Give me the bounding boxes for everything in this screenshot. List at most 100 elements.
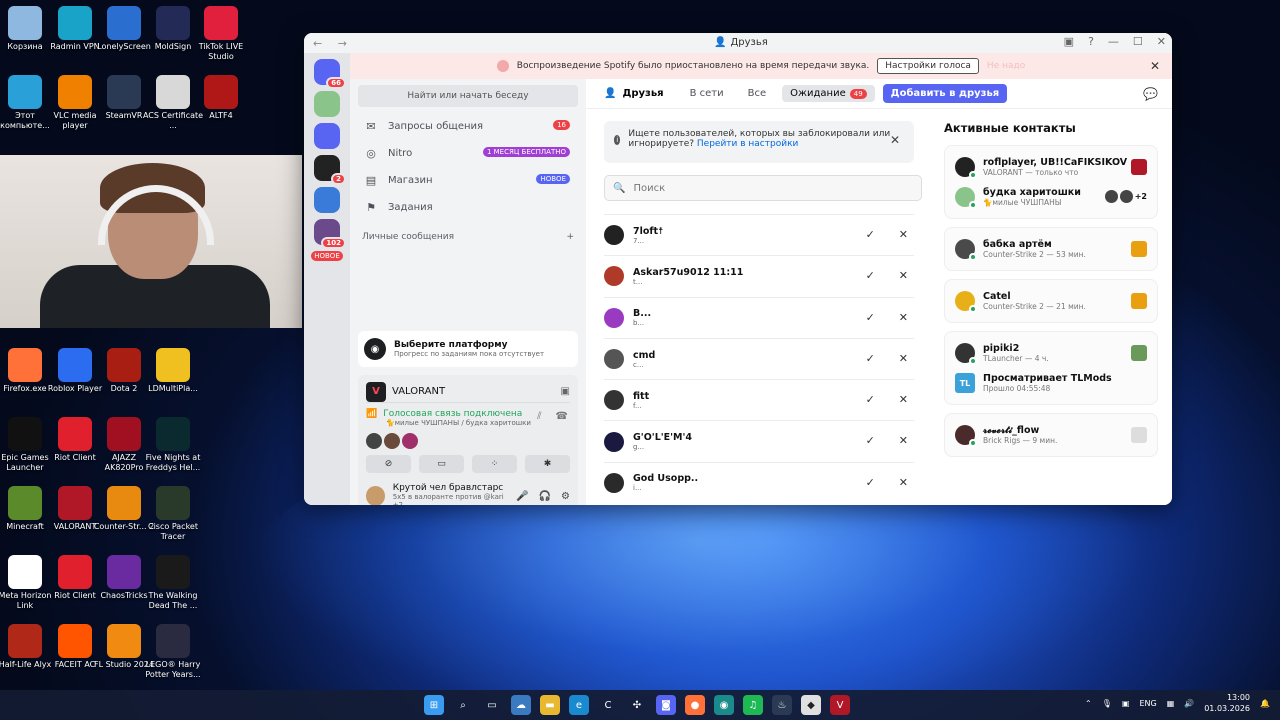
app-icon[interactable]: ◆ bbox=[801, 695, 821, 715]
volume-icon[interactable]: 🔊 bbox=[1184, 699, 1194, 708]
edge-icon[interactable]: e bbox=[569, 695, 589, 715]
accept-icon[interactable]: ✓ bbox=[866, 352, 875, 365]
headphones-icon[interactable]: 🎧 bbox=[539, 491, 551, 502]
decline-icon[interactable]: ✕ bbox=[899, 352, 908, 365]
close-icon[interactable]: ✕ bbox=[1150, 59, 1160, 73]
accept-icon[interactable]: ✓ bbox=[866, 393, 875, 406]
decline-icon[interactable]: ✕ bbox=[899, 228, 908, 241]
add-friend-button[interactable]: Добавить в друзья bbox=[882, 84, 1008, 103]
accept-icon[interactable]: ✓ bbox=[866, 228, 875, 241]
sidebar-item-quests[interactable]: ⚑ Задания bbox=[358, 194, 578, 220]
avatar[interactable] bbox=[955, 187, 977, 209]
accept-icon[interactable]: ✓ bbox=[866, 269, 875, 282]
language-indicator[interactable]: ENG bbox=[1139, 699, 1156, 708]
disconnect-icon[interactable]: ☎ bbox=[556, 411, 568, 422]
avatar[interactable] bbox=[604, 390, 624, 411]
accept-icon[interactable]: ✓ bbox=[866, 476, 875, 489]
active-contact-card[interactable]: Catel Counter-Strike 2 — 21 мин. bbox=[944, 279, 1158, 323]
chatgpt-icon[interactable]: ✣ bbox=[627, 695, 647, 715]
server-game-icon[interactable]: 102 bbox=[314, 219, 346, 249]
active-contact-row[interactable]: бабка артём Counter-Strike 2 — 53 мин. bbox=[955, 234, 1147, 264]
server-dark-icon[interactable]: 2 bbox=[314, 155, 346, 185]
desktop-icon[interactable]: Cisco Packet Tracer bbox=[141, 486, 205, 542]
minimize-button[interactable]: — bbox=[1108, 35, 1119, 48]
avatar[interactable] bbox=[384, 433, 400, 449]
close-icon[interactable]: ✕ bbox=[890, 133, 900, 147]
friends-search-input[interactable]: 🔍 Поиск bbox=[604, 175, 922, 201]
maximize-button[interactable]: ☐ bbox=[1133, 35, 1143, 48]
active-contact-row[interactable]: 𝓻𝓮𝓿𝓮𝓻𝓽𝓲_flow Brick Rigs — 9 мин. bbox=[955, 420, 1147, 450]
ccleaner-icon[interactable]: C bbox=[598, 695, 618, 715]
sidebar-item-nitro[interactable]: ◎ Nitro 1 МЕСЯЦ БЕСПЛАТНО bbox=[358, 140, 578, 166]
decline-icon[interactable]: ✕ bbox=[899, 311, 908, 324]
sidebar-item-shop[interactable]: ▤ Магазин НОВОЕ bbox=[358, 167, 578, 193]
avatar[interactable] bbox=[604, 307, 624, 328]
tab-all[interactable]: Все bbox=[740, 85, 775, 102]
avatar[interactable] bbox=[366, 486, 385, 505]
avatar[interactable] bbox=[366, 433, 382, 449]
decline-icon[interactable]: ✕ bbox=[899, 434, 908, 447]
firefox-icon[interactable]: ● bbox=[685, 695, 705, 715]
avatar[interactable] bbox=[604, 225, 624, 246]
gear-icon[interactable]: ⚙ bbox=[561, 491, 570, 502]
decline-icon[interactable]: ✕ bbox=[899, 269, 908, 282]
discord-icon[interactable]: ◙ bbox=[656, 695, 676, 715]
app-tray-icon[interactable]: ▣ bbox=[1122, 699, 1130, 708]
desktop-icon[interactable]: LDMultiPla... bbox=[141, 348, 205, 394]
search-icon[interactable]: ⌕ bbox=[453, 695, 473, 715]
desktop-icon[interactable]: The Walking Dead The ... bbox=[141, 555, 205, 611]
help-icon[interactable]: ? bbox=[1088, 35, 1094, 48]
close-button[interactable]: ✕ bbox=[1157, 35, 1166, 48]
mic-icon[interactable]: 🎙 bbox=[1102, 699, 1112, 708]
mic-icon[interactable]: 🎤 bbox=[516, 491, 528, 502]
nav-arrows[interactable]: ← → bbox=[313, 37, 353, 50]
active-contact-card[interactable]: бабка артём Counter-Strike 2 — 53 мин. bbox=[944, 227, 1158, 271]
server-anime-icon[interactable] bbox=[314, 91, 340, 117]
server-char-icon[interactable] bbox=[314, 187, 340, 213]
friend-request-row[interactable]: God Usopp.. i... ✓ ✕ bbox=[604, 461, 914, 503]
friend-request-row[interactable]: cmd c... ✓ ✕ bbox=[604, 337, 914, 379]
decline-icon[interactable]: ✕ bbox=[899, 476, 908, 489]
notice-ghost-link[interactable]: Не надо bbox=[987, 61, 1025, 71]
add-dm-button[interactable]: + bbox=[566, 232, 574, 242]
chevron-up-icon[interactable]: ⌃ bbox=[1085, 699, 1092, 708]
quest-card[interactable]: ◉ Выберите платформу Прогресс по задания… bbox=[358, 331, 578, 367]
desktop-icon[interactable]: ALTF4 bbox=[189, 75, 253, 121]
sidebar-item-mail[interactable]: ✉ Запросы общения 16 bbox=[358, 113, 578, 139]
tab-online[interactable]: В сети bbox=[682, 85, 732, 102]
soundboard-button[interactable]: ✱ bbox=[525, 455, 570, 473]
camera-off-button[interactable]: ⊘ bbox=[366, 455, 411, 473]
clock[interactable]: 13:00 01.03.2026 bbox=[1204, 692, 1250, 714]
avatar[interactable] bbox=[955, 239, 977, 261]
avatar[interactable] bbox=[955, 425, 977, 447]
task-view-icon[interactable]: ▭ bbox=[482, 695, 502, 715]
network-icon[interactable]: ▦ bbox=[1167, 699, 1175, 708]
discord-icon[interactable] bbox=[314, 123, 340, 149]
active-contact-row[interactable]: pipiki2 TLauncher — 4 ч. bbox=[955, 338, 1147, 368]
avatar[interactable] bbox=[402, 433, 418, 449]
game-activity[interactable]: V VALORANT ▣ bbox=[366, 381, 570, 403]
inbox-icon[interactable]: ▣ bbox=[1064, 35, 1074, 48]
tab-pending[interactable]: Ожидание 49 bbox=[782, 85, 875, 102]
friend-request-row[interactable]: 7loft☨ 7... ✓ ✕ bbox=[604, 214, 914, 255]
noise-suppression-icon[interactable]: ⫽ bbox=[537, 411, 541, 422]
friend-request-row[interactable]: fitt f... ✓ ✕ bbox=[604, 379, 914, 420]
avatar[interactable] bbox=[955, 343, 977, 365]
friend-request-row[interactable]: G'O'L'E'M'4 g... ✓ ✕ bbox=[604, 420, 914, 461]
dm-search-input[interactable]: Найти или начать беседу bbox=[358, 85, 578, 107]
settings-link[interactable]: Перейти в настройки bbox=[697, 139, 798, 149]
activities-button[interactable]: ⁘ bbox=[472, 455, 517, 473]
accept-icon[interactable]: ✓ bbox=[866, 434, 875, 447]
steam-icon[interactable]: ♨ bbox=[772, 695, 792, 715]
spotify-icon[interactable]: ♫ bbox=[743, 695, 763, 715]
active-contact-card[interactable]: roflplayer, UB!!CaFIKSIKOV ... VALORANT —… bbox=[944, 145, 1158, 219]
accept-icon[interactable]: ✓ bbox=[866, 311, 875, 324]
voice-settings-button[interactable]: Настройки голоса bbox=[877, 58, 979, 74]
active-contact-row[interactable]: roflplayer, UB!!CaFIKSIKOV ... VALORANT —… bbox=[955, 152, 1147, 182]
windows-start-icon[interactable]: ⊞ bbox=[424, 695, 444, 715]
friend-request-row[interactable]: Askar57u9012 11:11 t... ✓ ✕ bbox=[604, 255, 914, 296]
avatar[interactable] bbox=[604, 266, 624, 287]
avatar[interactable] bbox=[604, 472, 624, 493]
active-contact-card[interactable]: 𝓻𝓮𝓿𝓮𝓻𝓽𝓲_flow Brick Rigs — 9 мин. bbox=[944, 413, 1158, 457]
screen-share-icon[interactable]: ▣ bbox=[561, 386, 570, 397]
